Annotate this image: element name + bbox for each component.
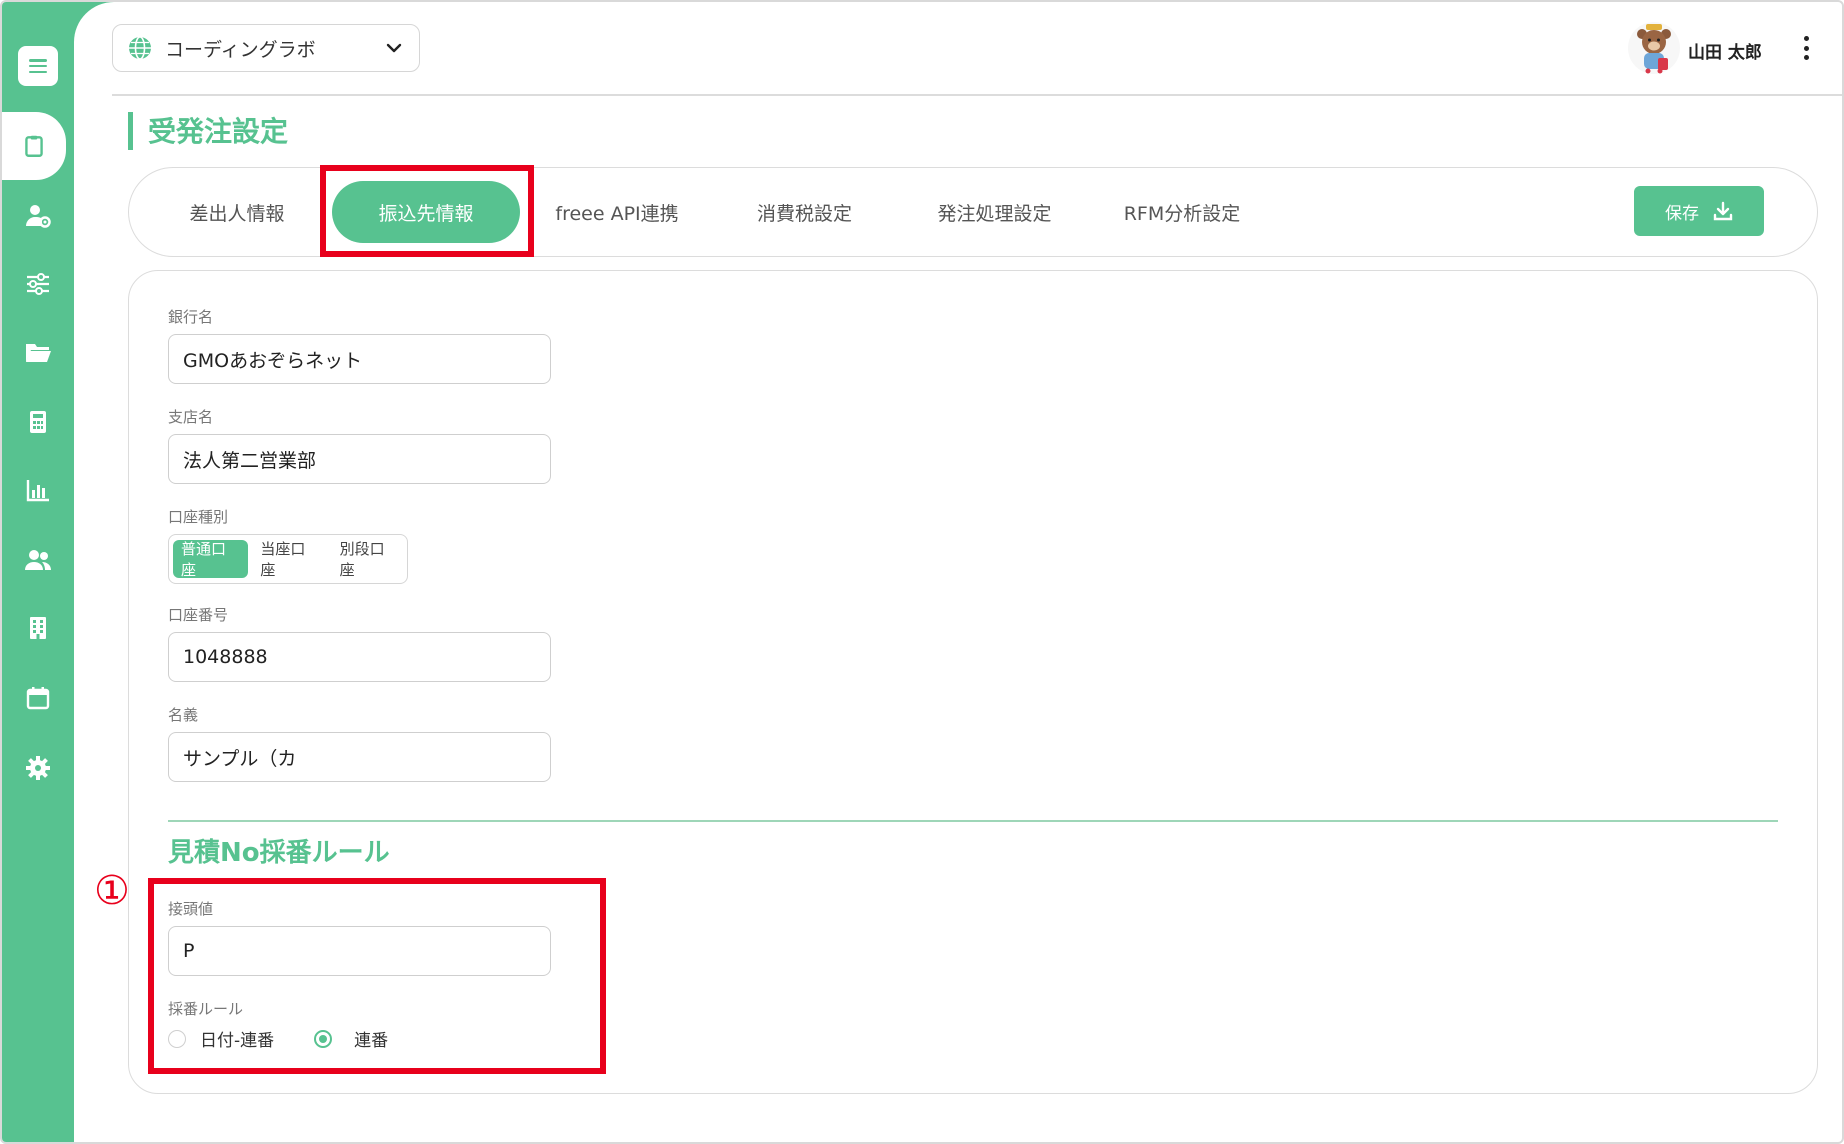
radio-date-sequence[interactable] xyxy=(168,1029,186,1048)
bank-name-input[interactable]: GMOあおぞらネット xyxy=(168,334,551,384)
gear-icon xyxy=(26,756,50,780)
sidebar-item-calendar[interactable] xyxy=(20,680,56,716)
account-holder-label: 名義 xyxy=(168,706,199,724)
branch-name-label: 支店名 xyxy=(168,408,214,426)
tab-highlight-box xyxy=(320,165,534,257)
tab-sender-info[interactable]: 差出人情報 xyxy=(162,167,312,257)
clipboard-icon xyxy=(25,135,43,157)
sidebar-item-settings[interactable] xyxy=(20,750,56,786)
tab-rfm-analysis[interactable]: RFM分析設定 xyxy=(1107,167,1257,257)
account-holder-input[interactable]: サンプル（カ xyxy=(168,732,551,782)
sidebar-item-files[interactable] xyxy=(20,334,56,370)
bank-name-label: 銀行名 xyxy=(168,308,214,326)
save-label: 保存 xyxy=(1665,203,1699,224)
tab-order-processing[interactable]: 発注処理設定 xyxy=(912,167,1077,257)
user-name[interactable]: 山田 太郎 xyxy=(1688,38,1762,63)
sidebar-item-user-settings[interactable] xyxy=(20,198,56,234)
chart-icon xyxy=(26,480,49,502)
sidebar xyxy=(2,2,74,1142)
user-settings-icon xyxy=(26,205,51,228)
tab-freee-api[interactable]: freee API連携 xyxy=(537,167,697,257)
sliders-icon xyxy=(27,273,49,295)
page-title: 受発注設定 xyxy=(148,115,289,148)
download-icon xyxy=(1713,201,1733,221)
avatar[interactable] xyxy=(1628,20,1680,76)
sidebar-item-calculator[interactable] xyxy=(20,404,56,440)
save-button[interactable]: 保存 xyxy=(1634,186,1764,236)
chevron-down-icon xyxy=(386,43,402,53)
title-accent-bar xyxy=(128,112,133,150)
building-icon xyxy=(30,617,46,639)
sidebar-item-company[interactable] xyxy=(20,610,56,646)
menu-icon xyxy=(29,59,47,73)
estimate-rule-title: 見積No採番ルール xyxy=(168,838,390,868)
folder-icon xyxy=(26,344,51,362)
radio-date-sequence-label: 日付-連番 xyxy=(200,1031,275,1051)
sidebar-item-filters[interactable] xyxy=(20,266,56,302)
account-number-label: 口座番号 xyxy=(168,606,229,624)
users-icon xyxy=(25,550,51,570)
sidebar-item-customers[interactable] xyxy=(20,542,56,578)
account-type-label: 口座種別 xyxy=(168,508,229,526)
section-divider xyxy=(168,820,1778,822)
account-type-current[interactable]: 当座口座 xyxy=(252,540,327,579)
workspace-selector[interactable]: コーディングラボ xyxy=(112,24,420,72)
globe-icon xyxy=(129,36,151,60)
calculator-icon xyxy=(30,411,46,433)
sidebar-item-orders[interactable] xyxy=(2,112,66,180)
numbering-rule-options: 日付-連番 連番 xyxy=(168,1026,388,1051)
radio-sequence[interactable] xyxy=(314,1029,333,1048)
sidebar-item-analytics[interactable] xyxy=(20,472,56,508)
prefix-input[interactable]: P xyxy=(168,926,551,976)
workspace-name: コーディングラボ xyxy=(165,38,316,61)
numbering-rule-label: 採番ルール xyxy=(168,1000,244,1018)
app-window: コーディングラボ 山田 太郎 受発注設定 差出人情報 振込先情報 freee A… xyxy=(0,0,1844,1144)
annotation-marker: ① xyxy=(94,868,130,914)
header-divider xyxy=(112,94,1842,96)
calendar-icon xyxy=(26,687,50,710)
radio-sequence-label: 連番 xyxy=(354,1031,389,1051)
tab-consumption-tax[interactable]: 消費税設定 xyxy=(727,167,882,257)
more-menu-icon[interactable] xyxy=(1802,36,1810,60)
account-number-input[interactable]: 1048888 xyxy=(168,632,551,682)
menu-button[interactable] xyxy=(18,46,58,86)
sidebar-corner xyxy=(74,2,114,62)
prefix-label: 接頭値 xyxy=(168,900,214,918)
account-type-special[interactable]: 別段口座 xyxy=(332,540,407,579)
branch-name-input[interactable]: 法人第二営業部 xyxy=(168,434,551,484)
account-type-selector: 普通口座 当座口座 別段口座 xyxy=(168,534,408,584)
account-type-ordinary[interactable]: 普通口座 xyxy=(173,540,249,579)
